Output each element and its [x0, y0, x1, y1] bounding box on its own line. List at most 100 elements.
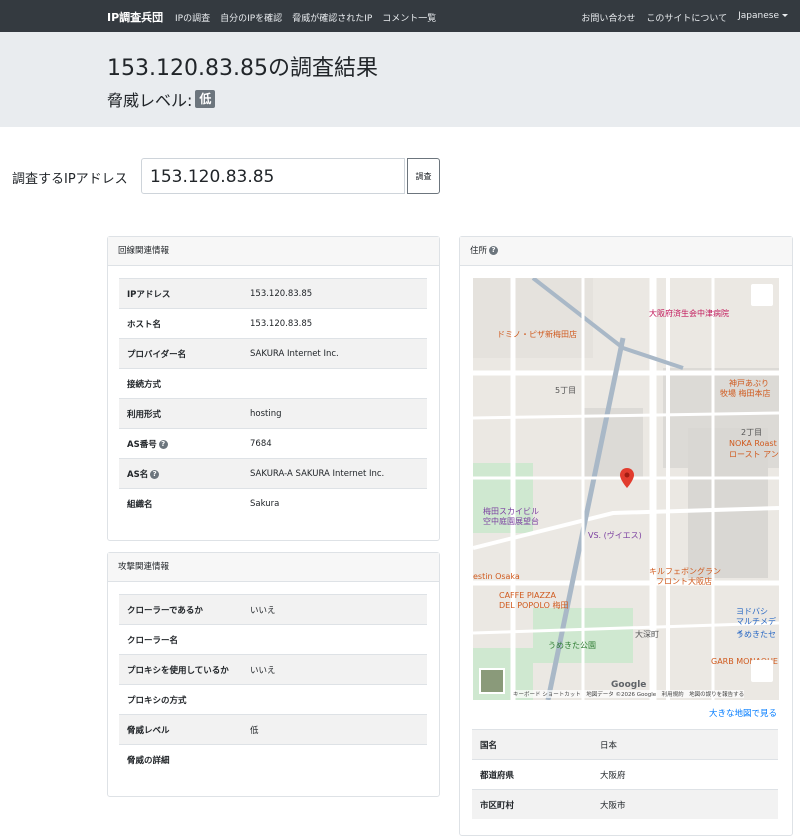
row-value: 大阪市 — [592, 789, 778, 819]
row-key: AS名? — [119, 458, 242, 489]
row-key-label: 脅威レベル — [127, 725, 170, 736]
row-key: クローラーであるか — [119, 594, 242, 625]
row-key-label: AS番号 — [127, 439, 157, 450]
brand-logo[interactable]: IP調査兵団 — [107, 9, 163, 25]
row-key: プロバイダー名 — [119, 338, 242, 369]
map-label-noka-2: ロースト アン — [729, 450, 779, 459]
pegman-button[interactable] — [751, 660, 773, 682]
nav-about[interactable]: このサイトについて — [646, 11, 727, 24]
row-key: プロキシを使用しているか — [119, 654, 242, 685]
table-row: 国名 日本 — [472, 729, 778, 760]
caret-down-icon — [782, 14, 788, 17]
map-label-caffe: CAFFE PIAZZA — [499, 591, 556, 600]
table-row: 接続方式 — [119, 368, 427, 399]
google-logo: Google — [611, 680, 647, 690]
row-key-label: 組織名 — [127, 499, 153, 510]
lookup-button[interactable]: 調査 — [407, 158, 440, 194]
table-row: プロキシの方式 — [119, 684, 427, 715]
row-key-label: AS名 — [127, 469, 149, 480]
map-label-chome5: 5丁目 — [555, 386, 577, 395]
map-canvas — [473, 278, 779, 700]
table-row: クローラーであるか いいえ — [119, 594, 427, 625]
map-label-umekita: うめきた公園 — [548, 641, 596, 650]
fullscreen-button[interactable] — [751, 284, 773, 306]
map-label-caffe-2: DEL POPOLO 梅田 — [499, 601, 569, 610]
table-row: ホスト名 153.120.83.85 — [119, 308, 427, 339]
row-key-label: 都道府県 — [480, 770, 515, 781]
row-key-label: プロキシの方式 — [127, 695, 187, 706]
larger-map-link[interactable]: 大きな地図で見る — [709, 707, 777, 719]
table-row: 都道府県 大阪府 — [472, 759, 778, 790]
row-key: 脅威の詳細 — [119, 744, 242, 774]
row-value: SAKURA-A SAKURA Internet Inc. — [242, 458, 427, 489]
google-map[interactable]: ドミノ・ピザ新梅田店 大阪府済生会中津病院 神戸あぶり 牧場 梅田本店 5丁目 … — [473, 278, 779, 700]
row-value: 大阪府 — [592, 759, 778, 790]
row-key: 組織名 — [119, 488, 242, 518]
map-label-chome2: 2丁目 — [741, 428, 763, 437]
row-key: クローラー名 — [119, 624, 242, 655]
line-info-table: IPアドレス 153.120.83.85 ホスト名 153.120.83.85 プロバイ… — [119, 278, 427, 518]
search-label: 調査するIPアドレス — [12, 172, 128, 187]
row-value: 日本 — [592, 729, 778, 760]
row-key: 脅威レベル — [119, 714, 242, 745]
map-label-umekita-se: うめきたセ — [736, 630, 776, 639]
map-label-umeda-sky-2: 空中庭園展望台 — [483, 517, 539, 526]
ip-input[interactable]: 153.120.83.85 — [141, 158, 405, 194]
table-row: 利用形式 hosting — [119, 398, 427, 429]
map-label-oyodo: 大深町 — [635, 630, 659, 639]
help-icon[interactable]: ? — [489, 246, 499, 255]
address-table: 国名 日本都道府県 大阪府市区町村 大阪市 — [472, 729, 778, 819]
table-row: 市区町村 大阪市 — [472, 789, 778, 819]
table-row: クローラー名 — [119, 624, 427, 655]
row-value — [242, 624, 427, 655]
row-key-label: 市区町村 — [480, 800, 515, 811]
nav-comments[interactable]: コメント一覧 — [382, 11, 436, 24]
row-key: AS番号? — [119, 428, 242, 459]
row-key: 都道府県 — [472, 759, 592, 790]
table-row: 脅威レベル 低 — [119, 714, 427, 745]
map-label-westin: estin Osaka — [473, 572, 520, 581]
threat-level: 脅威レベル: 低 — [107, 87, 216, 111]
location-pin-icon — [620, 468, 634, 488]
help-icon[interactable]: ? — [150, 469, 160, 479]
row-value: 7684 — [242, 428, 427, 459]
row-key-label: クローラー名 — [127, 635, 179, 646]
row-value: 153.120.83.85 — [242, 278, 427, 309]
row-key-label: クローラーであるか — [127, 605, 203, 616]
nav-threat-ips[interactable]: 脅威が確認されたIP — [292, 11, 372, 24]
help-icon[interactable]: ? — [158, 439, 168, 449]
nav-my-ip[interactable]: 自分のIPを確認 — [220, 11, 282, 24]
row-value — [242, 368, 427, 399]
right-nav: お問い合わせ このサイトについて Japanese — [581, 11, 788, 24]
row-key-label: 国名 — [480, 740, 498, 751]
map-label-noka: NOKA Roast — [729, 439, 777, 448]
row-value — [242, 684, 427, 715]
table-row: プロキシを使用しているか いいえ — [119, 654, 427, 685]
row-value: 低 — [242, 714, 427, 745]
row-key-label: ホスト名 — [127, 319, 162, 330]
map-thumbnail-button[interactable] — [479, 668, 505, 694]
row-key: 市区町村 — [472, 789, 592, 819]
address-title: 住所 — [470, 246, 488, 256]
row-key-label: 接続方式 — [127, 379, 162, 390]
threat-label: 脅威レベル: — [107, 91, 193, 110]
address-title-row: 住所? — [460, 237, 792, 266]
row-value — [242, 744, 427, 774]
table-row: 脅威の詳細 — [119, 744, 427, 774]
table-row: 組織名 Sakura — [119, 488, 427, 518]
row-key: 接続方式 — [119, 368, 242, 399]
row-value: SAKURA Internet Inc. — [242, 338, 427, 369]
row-key: IPアドレス — [119, 278, 242, 309]
row-key: ホスト名 — [119, 308, 242, 339]
nav-ip-lookup[interactable]: IPの調査 — [175, 11, 210, 24]
language-dropdown[interactable]: Japanese — [738, 11, 788, 24]
map-label-vs: VS. (ヴイエス) — [588, 531, 642, 540]
row-key-label: プロバイダー名 — [127, 349, 187, 360]
language-label: Japanese — [738, 11, 779, 21]
nav-contact[interactable]: お問い合わせ — [581, 11, 635, 24]
threat-badge: 低 — [195, 90, 216, 108]
top-navbar: IP調査兵団 IPの調査 自分のIPを確認 脅威が確認されたIP コメント一覧 … — [0, 0, 800, 32]
attack-info-title: 攻撃関連情報 — [108, 553, 439, 582]
table-row: IPアドレス 153.120.83.85 — [119, 278, 427, 309]
row-key-label: 利用形式 — [127, 409, 162, 420]
